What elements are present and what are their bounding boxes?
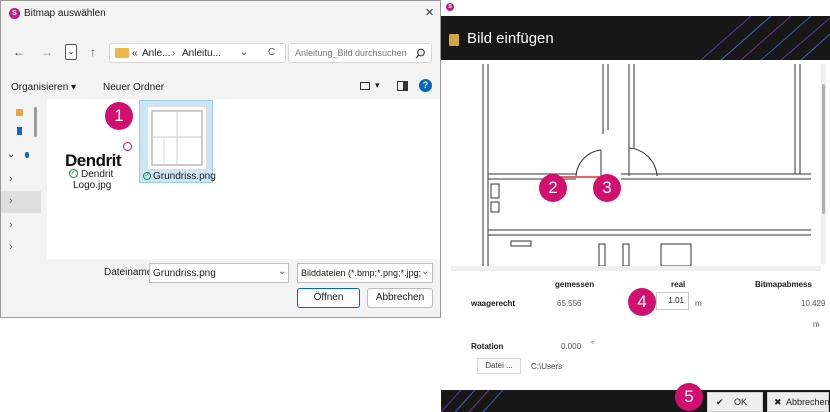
insert-image-dialog: S Bild einfügen 2 3 gemessen real Bitmap… — [441, 0, 830, 412]
real-value-input[interactable]: 1.01 — [656, 292, 689, 310]
preview-hscrollbar[interactable] — [451, 266, 821, 271]
rotation-unit: ° — [591, 340, 595, 349]
file-path: C:\Users — [531, 362, 563, 371]
onedrive-icon — [17, 127, 22, 135]
recent-locations-dropdown[interactable]: ⌄ — [65, 44, 77, 60]
dialog-header: Bild einfügen — [441, 16, 830, 60]
check-icon: ✔ — [716, 397, 724, 407]
search-box[interactable]: Anleitung_Bild durchsuchen — [288, 43, 432, 63]
file-open-dialog: S Bitmap auswählen ✕ ← → ⌄ ↑ « Anle... ›… — [0, 0, 441, 318]
organize-menu[interactable]: Organisieren ▾ — [11, 82, 76, 93]
address-segment-2[interactable]: Anleitu... — [182, 48, 221, 59]
bitmap-value: 10.429 — [801, 299, 826, 308]
file-name-line-2: Logo.jpg — [73, 180, 112, 191]
chevron-right-icon[interactable]: › — [9, 241, 13, 253]
nav-row[interactable]: › — [1, 169, 41, 191]
bitmap-unit: m — [813, 320, 820, 329]
chevron-down-icon[interactable]: ⌄ — [278, 266, 286, 277]
floorplan-preview[interactable]: 2 3 — [451, 64, 811, 267]
file-name: Grundriss.png — [153, 171, 216, 182]
nav-scrollbar[interactable] — [34, 107, 37, 137]
dialog-title: Bild einfügen — [467, 30, 554, 47]
header-bitmap: Bitmapabmess — [755, 280, 812, 289]
app-icon: S — [446, 3, 454, 11]
real-unit: m — [695, 299, 702, 308]
filename-input[interactable]: Grundriss.png ⌄ — [149, 263, 289, 283]
ok-button[interactable]: ✔ OK — [707, 392, 763, 412]
step-badge-2: 2 — [539, 174, 567, 202]
forward-arrow-icon[interactable]: → — [39, 45, 55, 59]
logo-mark-icon — [123, 142, 132, 151]
step-badge-1: 1 — [105, 102, 133, 130]
up-arrow-icon[interactable]: ↑ — [85, 45, 101, 59]
folder-icon — [115, 48, 129, 58]
file-name-line-1: Dendrit — [81, 169, 114, 180]
cancel-button[interactable]: Abbrechen — [367, 288, 433, 308]
address-overflow[interactable]: « — [132, 48, 138, 59]
expand-chevron-icon[interactable]: ⌄ — [7, 149, 15, 160]
header-measured: gemessen — [555, 280, 595, 289]
step-badge-5: 5 — [675, 383, 703, 411]
title-bar: S Bitmap auswählen ✕ — [1, 1, 440, 25]
view-chevron-icon[interactable]: ▾ — [375, 80, 380, 91]
image-insert-icon — [449, 34, 459, 46]
floorplan-thumbnail — [147, 106, 207, 170]
dialog-footer: ✔ OK ✖ Abbrechen — [441, 390, 830, 412]
row-label-horizontal: waagerecht — [471, 299, 516, 308]
preview-scrollbar-track[interactable] — [821, 64, 826, 264]
preview-pane-icon[interactable] — [397, 81, 408, 91]
file-type-value[interactable]: Bilddateien (*.bmp;*.png;*.jpg; — [301, 268, 421, 278]
filename-value[interactable]: Grundriss.png — [153, 268, 216, 279]
help-icon[interactable]: ? — [419, 79, 432, 92]
step-badge-4: 4 — [628, 288, 656, 316]
measured-value: 65.556 — [557, 299, 582, 308]
address-bar[interactable]: « Anle... › Anleitu... ⌄ C — [109, 43, 286, 63]
search-icon[interactable] — [415, 48, 426, 59]
rotation-label: Rotation — [471, 342, 504, 351]
cancel-button[interactable]: ✖ Abbrechen — [767, 392, 830, 412]
chevron-down-icon[interactable]: ⌄ — [421, 266, 430, 277]
address-chevron-icon[interactable]: ⌄ — [240, 47, 248, 58]
file-type-select[interactable]: Bilddateien (*.bmp;*.png;*.jpg; ⌄ — [297, 263, 433, 283]
quick-access-icon — [16, 109, 23, 116]
pc-icon — [25, 152, 29, 158]
file-item-dendrit-logo[interactable]: Dendrit ✓ Dendrit Logo.jpg — [61, 139, 137, 219]
nav-row[interactable]: › — [1, 237, 41, 259]
step-badge-3: 3 — [593, 174, 621, 202]
search-placeholder[interactable]: Anleitung_Bild durchsuchen — [295, 48, 407, 58]
dialog-title: Bitmap auswählen — [24, 8, 106, 19]
file-list: Dendrit ✓ Dendrit Logo.jpg ✓ Grundriss.p… — [47, 99, 440, 259]
address-segment-1[interactable]: Anle... — [142, 48, 170, 59]
new-folder-button[interactable]: Neuer Ordner — [103, 82, 164, 93]
browse-file-button[interactable]: Datei ... — [477, 358, 521, 374]
header-decoration — [700, 16, 830, 60]
sync-status-icon: ✓ — [69, 169, 78, 178]
filename-label: Dateiname: — [104, 267, 156, 278]
header-real: real — [671, 280, 686, 289]
app-icon: S — [9, 8, 20, 19]
view-mode-icon[interactable] — [360, 82, 370, 90]
nav-row[interactable]: › — [1, 215, 41, 237]
back-arrow-icon[interactable]: ← — [11, 45, 27, 59]
chevron-right-icon[interactable]: › — [9, 173, 13, 185]
x-icon: ✖ — [774, 397, 782, 407]
refresh-icon[interactable]: C — [268, 47, 275, 58]
footer-decoration — [441, 390, 504, 412]
close-icon[interactable]: ✕ — [425, 6, 434, 19]
dendrit-logo-thumbnail: Dendrit — [65, 151, 122, 170]
cancel-label: Abbrechen — [786, 397, 830, 407]
open-button[interactable]: Öffnen — [297, 288, 360, 308]
chevron-right-icon[interactable]: › — [9, 219, 13, 231]
chevron-down-icon: ⌄ — [67, 47, 75, 56]
address-separator: › — [172, 48, 176, 59]
sync-status-icon: ✓ — [143, 172, 151, 180]
nav-row-selected[interactable]: › — [1, 191, 41, 213]
ok-label: OK — [734, 397, 748, 407]
chevron-right-icon[interactable]: › — [9, 195, 13, 207]
rotation-value[interactable]: 0.000 — [561, 342, 581, 351]
file-item-grundriss[interactable]: ✓ Grundriss.png — [139, 100, 216, 183]
